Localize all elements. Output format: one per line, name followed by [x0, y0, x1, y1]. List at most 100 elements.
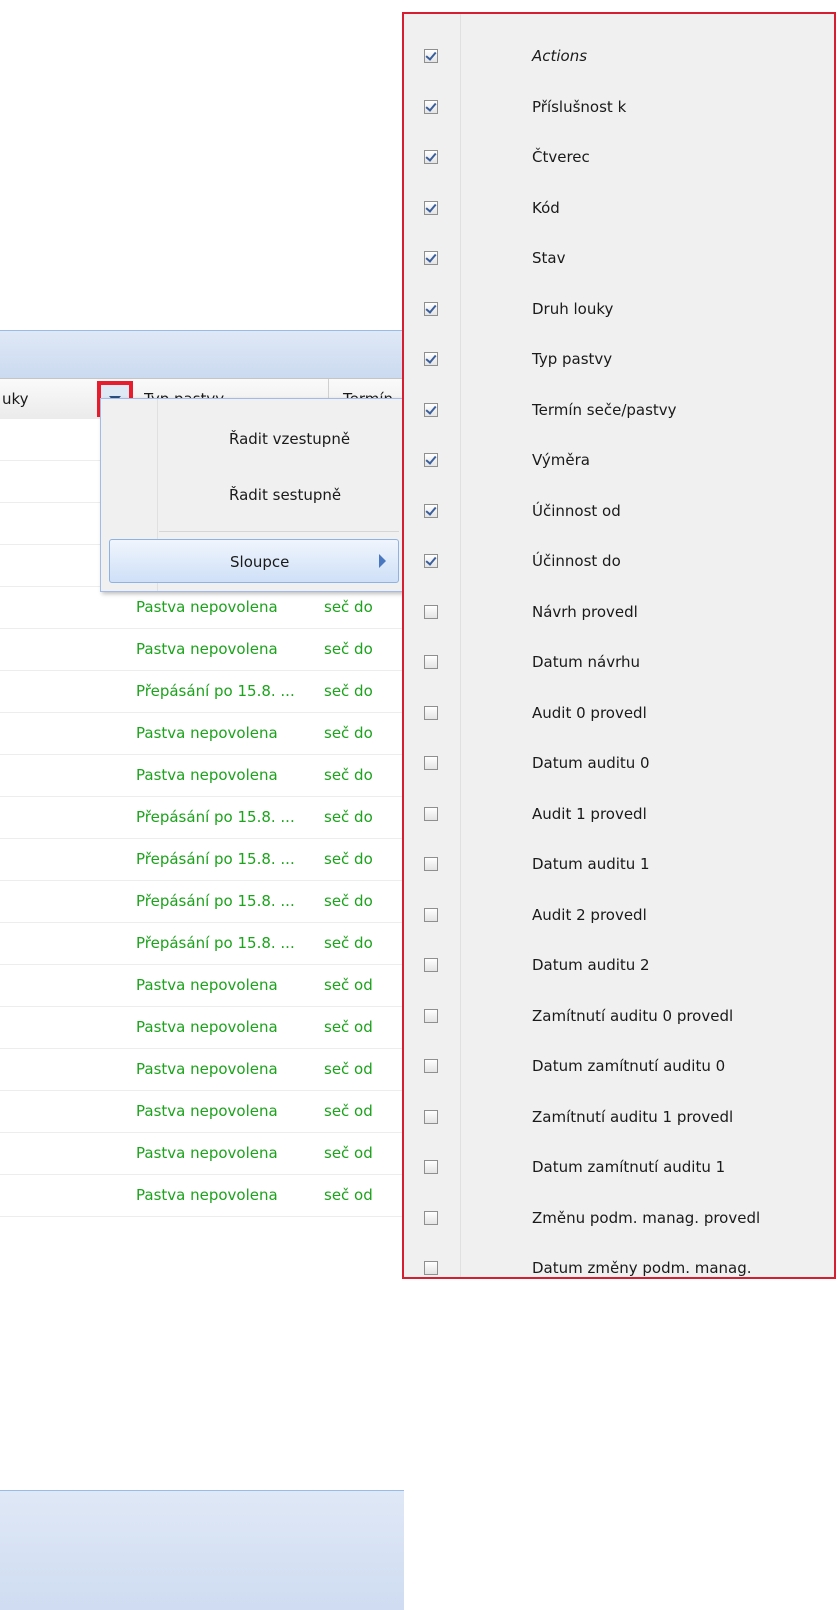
column-toggle-label: Audit 2 provedl	[532, 905, 647, 924]
table-row[interactable]: Pastva nepovolena seč od	[0, 1091, 404, 1133]
column-toggle-item[interactable]: Stav	[404, 236, 834, 287]
column-toggle-item[interactable]: Actions	[404, 34, 834, 85]
column-toggle-label: Účinnost od	[532, 501, 621, 520]
column-checkbox[interactable]	[424, 1109, 438, 1124]
column-toggle-item[interactable]: Audit 0 provedl	[404, 691, 834, 742]
columns-submenu-item[interactable]: Sloupce	[109, 539, 399, 583]
column-toggle-label: Stav	[532, 249, 566, 267]
column-checkbox[interactable]	[424, 301, 438, 316]
cell-termin: seč do	[324, 892, 373, 910]
table-row[interactable]: Pastva nepovolena seč do	[0, 629, 404, 671]
column-toggle-label: Actions	[532, 47, 588, 65]
column-toggle-item[interactable]: Audit 1 provedl	[404, 792, 834, 843]
column-checkbox[interactable]	[424, 958, 438, 972]
column-checkbox[interactable]	[424, 1261, 438, 1275]
cell-typ-pastvy: Pastva nepovolena	[136, 1060, 278, 1078]
table-row[interactable]: Pastva nepovolena seč od	[0, 1175, 404, 1217]
sort-descending-item[interactable]: Řadit sestupně	[101, 473, 403, 517]
column-toggle-item[interactable]: Kód	[404, 186, 834, 237]
column-checkbox[interactable]	[424, 655, 438, 669]
columns-menu: Actions Příslušnost k Čtverec Kód Stav Druh l…	[402, 12, 836, 1279]
column-toggle-item[interactable]: Datum auditu 0	[404, 741, 834, 792]
cell-typ-pastvy: Přepásání po 15.8. ...	[136, 850, 295, 868]
menu-separator	[159, 531, 399, 532]
column-checkbox[interactable]	[424, 756, 438, 770]
column-toggle-label: Změnu podm. manag. provedl	[532, 1208, 761, 1227]
column-toggle-item[interactable]: Datum návrhu	[404, 640, 834, 691]
table-row[interactable]: Přepásání po 15.8. ... seč do	[0, 797, 404, 839]
cell-typ-pastvy: Pastva nepovolena	[136, 640, 278, 658]
column-checkbox[interactable]	[424, 251, 438, 265]
column-toggle-item[interactable]: Datum změny podm. manag.	[404, 1246, 834, 1297]
column-toggle-item[interactable]: Čtverec	[404, 135, 834, 186]
column-checkbox[interactable]	[424, 604, 438, 619]
cell-typ-pastvy: Přepásání po 15.8. ...	[136, 934, 295, 952]
column-checkbox[interactable]	[424, 503, 438, 518]
column-toggle-item[interactable]: Změnu podm. manag. provedl	[404, 1196, 834, 1247]
column-toggle-item[interactable]: Výměra	[404, 438, 834, 489]
column-toggle-item[interactable]: Zamítnutí auditu 1 provedl	[404, 1095, 834, 1146]
column-checkbox[interactable]	[424, 1210, 438, 1225]
column-checkbox[interactable]	[424, 1160, 438, 1174]
column-toggle-item[interactable]: Návrh provedl	[404, 590, 834, 641]
column-toggle-item[interactable]: Typ pastvy	[404, 337, 834, 388]
column-toggle-item[interactable]: Datum zamítnutí auditu 0	[404, 1044, 834, 1095]
table-row[interactable]: Přepásání po 15.8. ... seč do	[0, 839, 404, 881]
cell-termin: seč od	[324, 976, 373, 994]
column-toggle-item[interactable]: Zamítnutí auditu 0 provedl	[404, 994, 834, 1045]
column-toggle-item[interactable]: Datum zamítnutí auditu 1	[404, 1145, 834, 1196]
table-row[interactable]: Pastva nepovolena seč od	[0, 1007, 404, 1049]
column-checkbox[interactable]	[424, 806, 438, 821]
column-checkbox[interactable]	[424, 857, 438, 871]
table-row[interactable]: Pastva nepovolena seč od	[0, 1133, 404, 1175]
column-checkbox[interactable]	[424, 453, 438, 467]
columns-label: Sloupce	[230, 553, 290, 571]
column-toggle-item[interactable]: Termín seče/pastvy	[404, 388, 834, 439]
cell-termin: seč do	[324, 640, 373, 658]
table-row[interactable]: Pastva nepovolena seč do	[0, 755, 404, 797]
column-checkbox[interactable]	[424, 1008, 438, 1023]
sort-ascending-item[interactable]: Řadit vzestupně	[101, 417, 403, 461]
column-toggle-label: Datum změny podm. manag.	[532, 1259, 752, 1277]
column-toggle-label: Výměra	[532, 451, 590, 469]
cell-typ-pastvy: Přepásání po 15.8. ...	[136, 808, 295, 826]
table-row[interactable]: Přepásání po 15.8. ... seč do	[0, 923, 404, 965]
column-toggle-label: Typ pastvy	[532, 350, 613, 368]
table-row[interactable]: Přepásání po 15.8. ... seč do	[0, 881, 404, 923]
table-row[interactable]: Pastva nepovolena seč do	[0, 713, 404, 755]
column-checkbox[interactable]	[424, 554, 438, 568]
cell-typ-pastvy: Pastva nepovolena	[136, 724, 278, 742]
table-row[interactable]: Pastva nepovolena seč do	[0, 587, 404, 629]
column-checkbox[interactable]	[424, 907, 438, 922]
table-row[interactable]: Pastva nepovolena seč od	[0, 1049, 404, 1091]
cell-termin: seč do	[324, 682, 373, 700]
grid-toolbar	[0, 330, 404, 379]
column-toggle-item[interactable]: Datum auditu 2	[404, 943, 834, 994]
cell-typ-pastvy: Pastva nepovolena	[136, 1144, 278, 1162]
cell-termin: seč od	[324, 1186, 373, 1204]
column-toggle-item[interactable]: Účinnost do	[404, 539, 834, 590]
cell-termin: seč do	[324, 808, 373, 826]
cell-termin: seč do	[324, 766, 373, 784]
table-row[interactable]: Přepásání po 15.8. ... seč do	[0, 671, 404, 713]
column-toggle-item[interactable]: Audit 2 provedl	[404, 893, 834, 944]
column-checkbox[interactable]	[424, 99, 438, 114]
cell-termin: seč do	[324, 934, 373, 952]
header-col-druh-louky[interactable]: uky	[0, 379, 98, 419]
column-toggle-item[interactable]: Příslušnost k	[404, 85, 834, 136]
cell-typ-pastvy: Přepásání po 15.8. ...	[136, 892, 295, 910]
table-row[interactable]: Pastva nepovolena seč od	[0, 965, 404, 1007]
column-checkbox[interactable]	[424, 402, 438, 417]
column-checkbox[interactable]	[424, 705, 438, 720]
column-checkbox[interactable]	[424, 150, 438, 164]
column-checkbox[interactable]	[424, 352, 438, 366]
cell-typ-pastvy: Pastva nepovolena	[136, 598, 278, 616]
column-toggle-item[interactable]: Druh louky	[404, 287, 834, 338]
column-checkbox[interactable]	[424, 200, 438, 215]
column-checkbox[interactable]	[424, 49, 438, 63]
column-checkbox[interactable]	[424, 1059, 438, 1073]
column-toggle-label: Datum zamítnutí auditu 0	[532, 1057, 726, 1075]
column-toggle-item[interactable]: Účinnost od	[404, 489, 834, 540]
column-toggle-item[interactable]: Datum auditu 1	[404, 842, 834, 893]
header-context-menu: Řadit vzestupně Řadit sestupně Sloupce	[100, 398, 404, 592]
